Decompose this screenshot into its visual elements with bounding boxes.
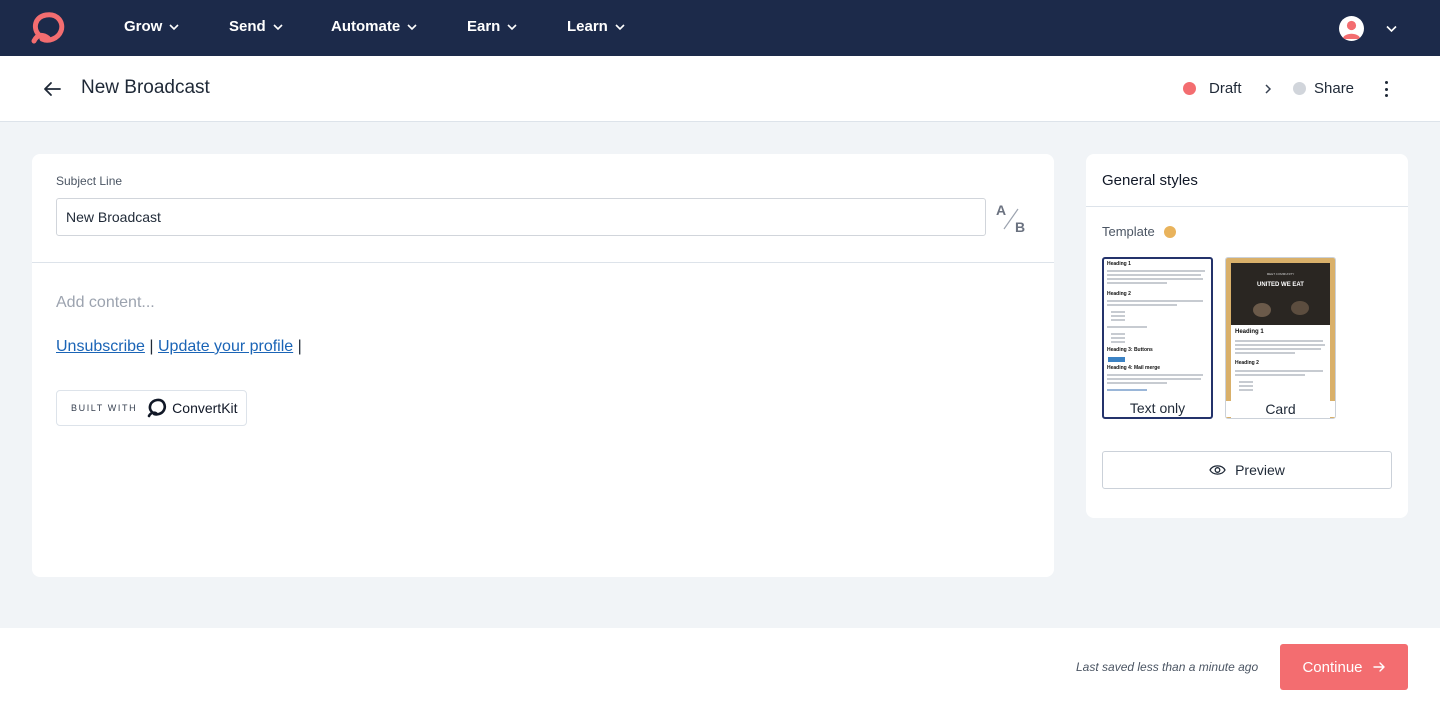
chevron-down-icon <box>273 23 283 30</box>
convertkit-logo-icon[interactable] <box>30 11 66 45</box>
template-option-card[interactable]: MEET COMMUNITY UNITED WE EAT Heading 1 H… <box>1225 257 1336 419</box>
chevron-down-icon <box>507 23 517 30</box>
general-styles-panel: General styles Template Heading 1 Headin… <box>1086 154 1408 518</box>
nav-grow[interactable]: Grow <box>124 18 180 35</box>
step-share-label: Share <box>1314 80 1355 97</box>
step-draft-label: Draft <box>1209 80 1242 97</box>
nav-grow-label: Grow <box>124 18 163 35</box>
built-with-brand: ConvertKit <box>172 400 238 416</box>
template-preview-hero-title: UNITED WE EAT <box>1257 282 1304 288</box>
template-card-hero-image: MEET COMMUNITY UNITED WE EAT <box>1231 263 1330 325</box>
preview-button[interactable]: Preview <box>1102 451 1392 489</box>
template-preview-heading: Heading 3: Buttons <box>1107 347 1153 353</box>
chevron-right-icon <box>1265 84 1272 94</box>
status-dot-icon <box>1293 82 1306 95</box>
template-preview-heading: Heading 2 <box>1107 291 1131 297</box>
email-footer-links: Unsubscribe | Update your profile | <box>56 338 302 356</box>
nav-automate-label: Automate <box>331 18 401 35</box>
template-name: Text only <box>1104 400 1211 416</box>
template-name: Card <box>1226 401 1335 417</box>
chevron-down-icon <box>407 23 417 30</box>
continue-button[interactable]: Continue <box>1280 644 1408 690</box>
last-saved-status: Last saved less than a minute ago <box>1076 660 1259 674</box>
separator: | <box>149 338 154 355</box>
preview-button-label: Preview <box>1235 462 1285 478</box>
separator: | <box>297 338 302 355</box>
page-header: New Broadcast Draft Share <box>0 56 1440 122</box>
chevron-down-icon <box>169 23 179 30</box>
nav-learn-label: Learn <box>567 18 608 35</box>
template-label: Template <box>1102 224 1176 239</box>
back-arrow-icon[interactable] <box>42 79 62 99</box>
built-with-label: BUILT WITH <box>71 403 138 413</box>
nav-earn-label: Earn <box>467 18 501 35</box>
more-options-icon[interactable] <box>1379 78 1393 100</box>
template-preview-heading: Heading 1 <box>1235 329 1264 335</box>
divider <box>32 262 1054 263</box>
account-menu-chevron-icon[interactable] <box>1385 22 1398 35</box>
convertkit-logo-icon <box>147 398 167 418</box>
arrow-right-icon <box>1372 662 1385 672</box>
template-status-dot-icon <box>1163 225 1176 238</box>
divider <box>1086 206 1408 207</box>
ab-test-toggle[interactable]: A B <box>994 202 1028 236</box>
step-draft[interactable]: Draft <box>1183 80 1242 97</box>
nav-learn[interactable]: Learn <box>567 18 626 35</box>
template-preview-heading: Heading 1 <box>1107 261 1131 267</box>
panel-title: General styles <box>1102 172 1198 189</box>
bottom-action-bar: Last saved less than a minute ago Contin… <box>0 628 1440 706</box>
update-profile-link[interactable]: Update your profile <box>158 338 293 355</box>
template-preview-heading: Heading 4: Mail merge <box>1107 365 1161 371</box>
built-with-convertkit-badge[interactable]: BUILT WITH ConvertKit <box>56 390 247 426</box>
subject-line-label: Subject Line <box>56 174 123 188</box>
top-navigation: Grow Send Automate Earn Learn <box>0 0 1440 56</box>
email-content-editor[interactable]: Add content... <box>56 294 1016 324</box>
subject-line-input[interactable] <box>56 198 986 236</box>
user-avatar-icon[interactable] <box>1339 16 1364 41</box>
eye-icon <box>1209 465 1226 475</box>
step-share[interactable]: Share <box>1293 80 1354 97</box>
continue-button-label: Continue <box>1302 658 1363 676</box>
template-preview-eyebrow: MEET COMMUNITY <box>1266 272 1295 276</box>
unsubscribe-link[interactable]: Unsubscribe <box>56 338 145 355</box>
template-preview-heading: Heading 2 <box>1235 360 1259 366</box>
status-dot-icon <box>1183 82 1196 95</box>
nav-send-label: Send <box>229 18 266 35</box>
template-option-text-only[interactable]: Heading 1 Heading 2 Heading 3: Buttons H… <box>1102 257 1213 419</box>
nav-earn[interactable]: Earn <box>467 18 518 35</box>
ab-test-b-label: B <box>1015 219 1026 235</box>
editor-card: Subject Line A B Add content... Unsubscr… <box>32 154 1054 577</box>
nav-automate[interactable]: Automate <box>331 18 418 35</box>
template-label-text: Template <box>1102 224 1155 239</box>
chevron-down-icon <box>615 23 625 30</box>
page-title: New Broadcast <box>81 77 210 98</box>
nav-send[interactable]: Send <box>229 18 284 35</box>
